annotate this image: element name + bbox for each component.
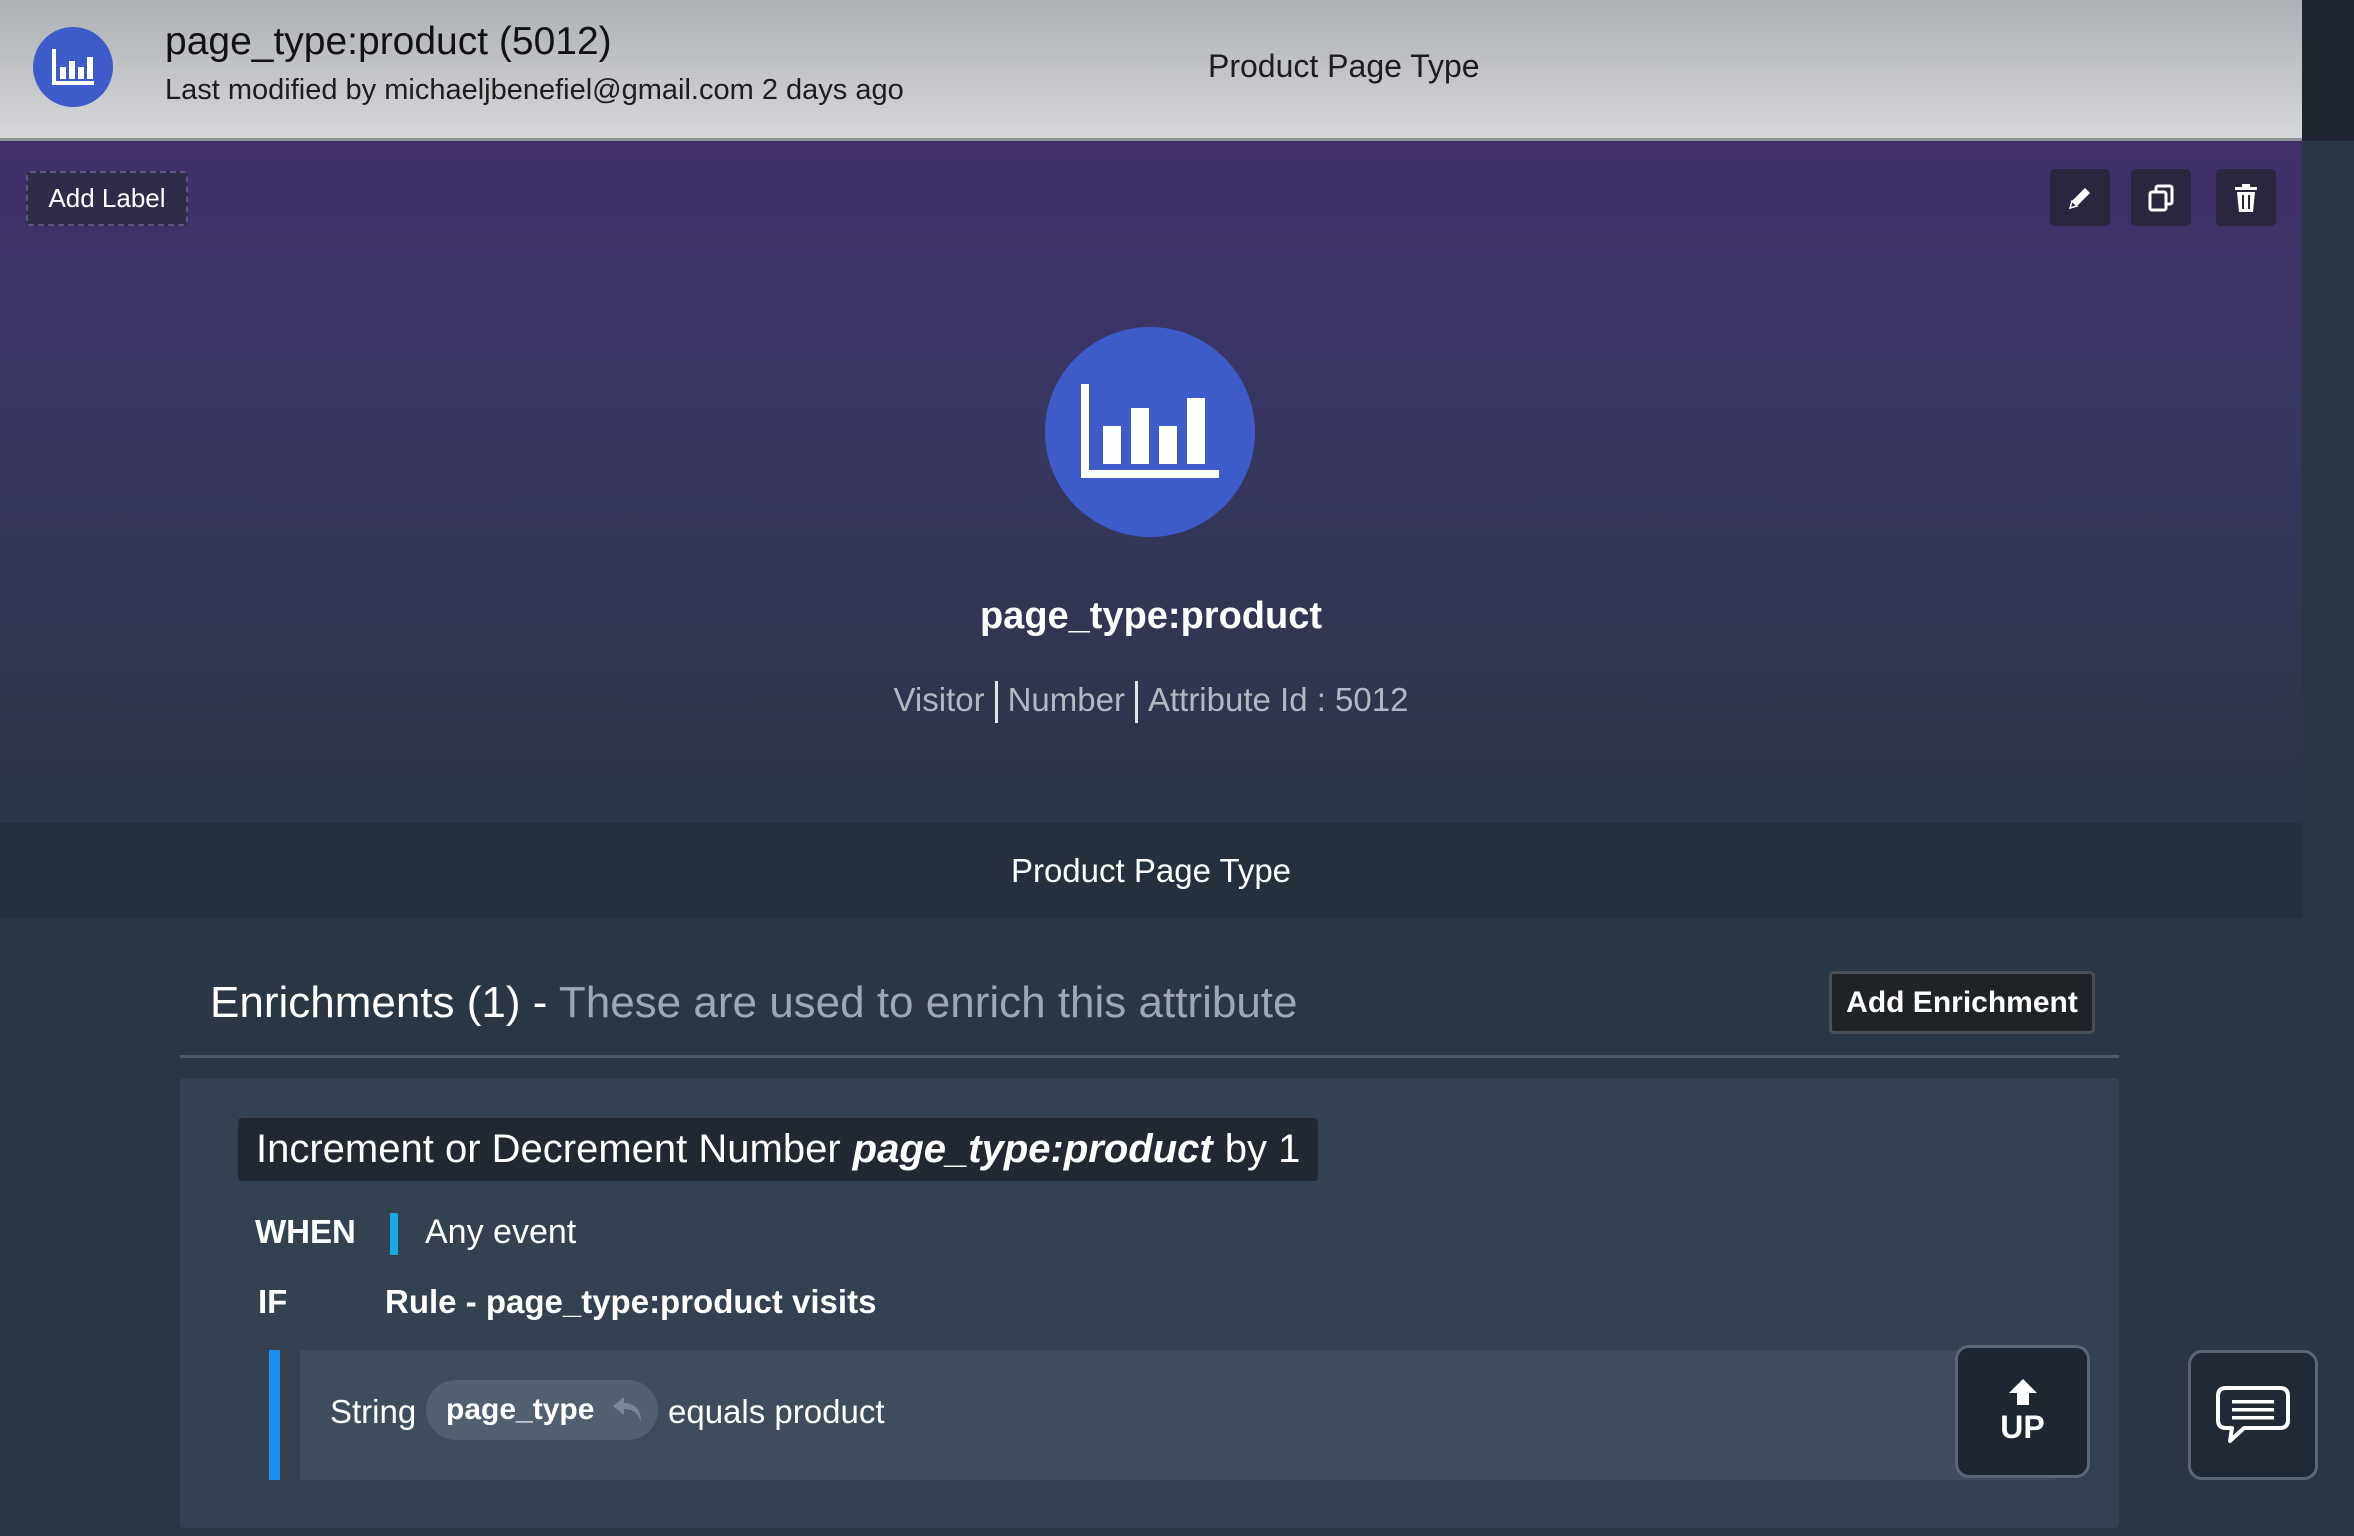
attribute-icon <box>1045 327 1255 537</box>
pencil-icon <box>2068 187 2090 209</box>
enrichments-heading: Enrichments (1) - These are used to enri… <box>210 978 1298 1028</box>
enrichment-title: Increment or Decrement Number page_type:… <box>238 1118 1319 1181</box>
attribute-description: Product Page Type <box>0 823 2302 918</box>
attribute-meta: Visitor Number Attribute Id : 5012 <box>0 681 2302 724</box>
copy-button[interactable] <box>2131 169 2191 226</box>
bar-chart-icon <box>33 27 113 107</box>
condition-variable-pill[interactable]: page_type <box>426 1380 658 1440</box>
when-label: WHEN <box>255 1213 356 1250</box>
trash-icon <box>2235 183 2257 212</box>
attribute-hero: Add Label page_type:product Visitor Numb… <box>0 141 2302 823</box>
enrichments-title: Enrichments (1) <box>210 978 521 1027</box>
enrichment-action: Increment or Decrement Number <box>256 1127 841 1171</box>
header-title: page_type:product (5012) <box>165 20 612 63</box>
attribute-name: page_type:product <box>979 595 1323 637</box>
meta-divider <box>994 681 998 724</box>
chat-bubble-icon <box>2216 1386 2290 1443</box>
when-indicator <box>390 1213 398 1255</box>
header-modified-info: Last modified by michaeljbenefiel@gmail.… <box>165 74 904 106</box>
arrow-up-icon <box>2008 1379 2037 1405</box>
condition-row: String page_type equals product <box>300 1350 2055 1480</box>
scroll-up-button[interactable]: UP <box>1955 1345 2090 1478</box>
meta-divider <box>1134 681 1138 724</box>
chat-button[interactable] <box>2188 1350 2318 1480</box>
bar-chart-icon <box>1081 384 1219 478</box>
undo-icon <box>613 1397 641 1422</box>
enrichment-amount: by 1 <box>1224 1127 1301 1171</box>
attribute-scope: Visitor <box>893 681 985 718</box>
header-description: Product Page Type <box>1208 48 1480 84</box>
if-label: IF <box>258 1283 288 1320</box>
enrichment-card[interactable]: Increment or Decrement Number page_type:… <box>180 1078 2119 1528</box>
copy-icon <box>2148 184 2174 211</box>
section-divider <box>180 1055 2119 1058</box>
condition-variable: page_type <box>446 1393 595 1426</box>
edit-button[interactable] <box>2050 169 2110 226</box>
add-enrichment-button[interactable]: Add Enrichment <box>1829 971 2095 1034</box>
page-scrollbar-area <box>2302 0 2354 141</box>
enrichment-target-attribute: page_type:product <box>852 1127 1213 1171</box>
condition-operator: equals product <box>668 1393 885 1430</box>
enrichments-subtitle: These are used to enrich this attribute <box>558 978 1298 1027</box>
when-value: Any event <box>425 1213 577 1251</box>
delete-button[interactable] <box>2216 169 2276 226</box>
condition-type: String <box>330 1393 417 1430</box>
condition-indicator <box>269 1350 280 1480</box>
attribute-type: Number <box>1007 681 1125 718</box>
if-rule[interactable]: Rule - page_type:product visits <box>385 1283 876 1321</box>
attribute-header: page_type:product (5012) Last modified b… <box>0 0 2302 141</box>
add-label-button[interactable]: Add Label <box>26 171 188 226</box>
scroll-up-label: UP <box>2000 1409 2045 1445</box>
attribute-id: Attribute Id : 5012 <box>1147 681 1409 718</box>
enrichments-dash: - <box>520 978 559 1027</box>
